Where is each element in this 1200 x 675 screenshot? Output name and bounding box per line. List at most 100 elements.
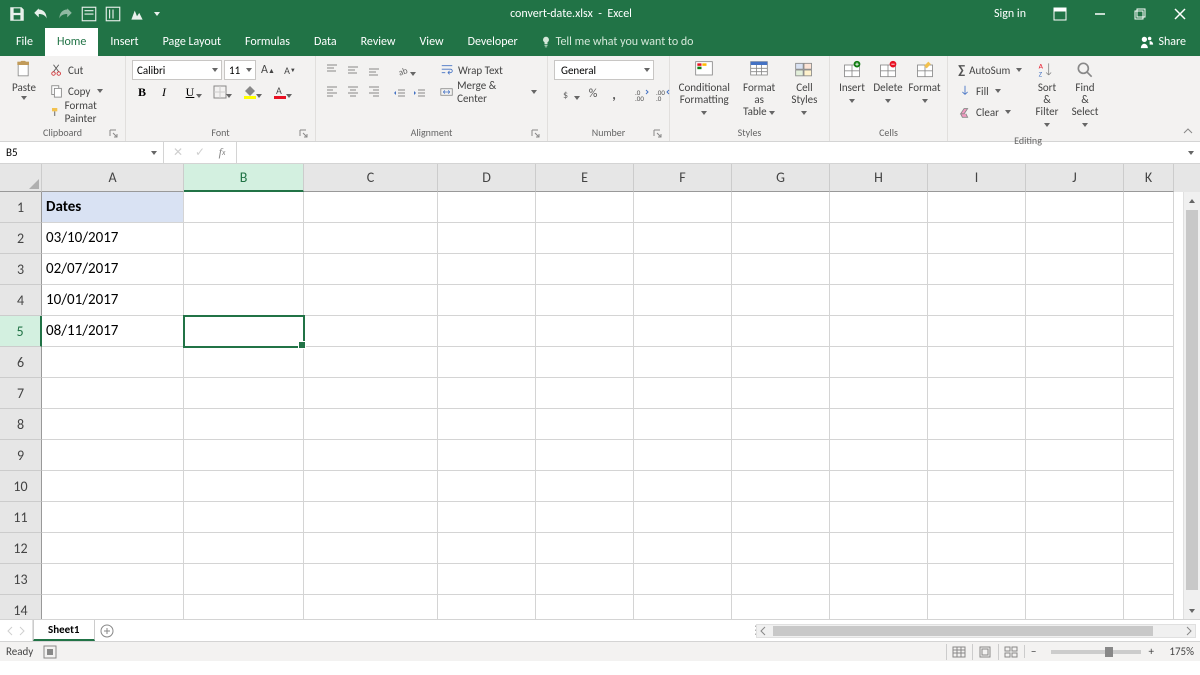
cell-H2[interactable] [830, 223, 928, 254]
cell-H9[interactable] [830, 440, 928, 471]
cell-H11[interactable] [830, 502, 928, 533]
zoom-thumb[interactable] [1105, 647, 1113, 657]
cell-E7[interactable] [536, 378, 634, 409]
cell-styles-button[interactable]: CellStyles [784, 58, 825, 120]
row-header-10[interactable]: 10 [0, 471, 42, 502]
cell-C3[interactable] [304, 254, 438, 285]
cell-H12[interactable] [830, 533, 928, 564]
cell-K8[interactable] [1124, 409, 1174, 440]
tab-formulas[interactable]: Formulas [233, 28, 302, 56]
cell-C2[interactable] [304, 223, 438, 254]
minimize-icon[interactable] [1080, 0, 1120, 28]
cell-A12[interactable] [42, 533, 184, 564]
column-header-F[interactable]: F [634, 164, 732, 192]
cell-H1[interactable] [830, 192, 928, 223]
cell-G1[interactable] [732, 192, 830, 223]
cell-I11[interactable] [928, 502, 1026, 533]
align-bottom-icon[interactable] [364, 60, 384, 80]
row-header-1[interactable]: 1 [0, 192, 42, 223]
cell-G6[interactable] [732, 347, 830, 378]
add-sheet-button[interactable] [95, 620, 119, 641]
scroll-up-icon[interactable] [1184, 192, 1200, 209]
cell-B13[interactable] [184, 564, 304, 595]
cell-D9[interactable] [438, 440, 536, 471]
column-header-H[interactable]: H [830, 164, 928, 192]
column-header-I[interactable]: I [928, 164, 1026, 192]
cell-A6[interactable] [42, 347, 184, 378]
cell-B7[interactable] [184, 378, 304, 409]
cell-H10[interactable] [830, 471, 928, 502]
cell-B14[interactable] [184, 595, 304, 619]
column-header-C[interactable]: C [304, 164, 438, 192]
cell-F8[interactable] [634, 409, 732, 440]
zoom-slider[interactable] [1051, 650, 1141, 654]
row-header-13[interactable]: 13 [0, 564, 42, 595]
cell-J9[interactable] [1026, 440, 1124, 471]
cell-D4[interactable] [438, 285, 536, 316]
cell-D2[interactable] [438, 223, 536, 254]
cell-G11[interactable] [732, 502, 830, 533]
cell-E9[interactable] [536, 440, 634, 471]
cell-I13[interactable] [928, 564, 1026, 595]
zoom-in-button[interactable]: + [1149, 645, 1154, 658]
italic-button[interactable]: I [154, 82, 174, 102]
cell-C7[interactable] [304, 378, 438, 409]
dialog-launcher-icon[interactable] [109, 129, 119, 139]
macro-record-icon[interactable] [43, 645, 57, 659]
row-header-7[interactable]: 7 [0, 378, 42, 409]
find-select-button[interactable]: Find &Select [1066, 58, 1104, 132]
view-normal-icon[interactable] [946, 644, 970, 660]
cell-G7[interactable] [732, 378, 830, 409]
sheet-nav[interactable] [0, 620, 33, 641]
sheet-next-icon[interactable] [18, 626, 26, 636]
select-all-corner[interactable] [0, 164, 42, 192]
cut-button[interactable]: Cut [46, 60, 119, 80]
cell-K10[interactable] [1124, 471, 1174, 502]
cell-A5[interactable]: 08/11/2017 [42, 316, 184, 347]
view-page-layout-icon[interactable] [972, 644, 996, 660]
format-as-table-button[interactable]: Format asTable [734, 58, 783, 120]
cell-D10[interactable] [438, 471, 536, 502]
cell-F4[interactable] [634, 285, 732, 316]
row-header-11[interactable]: 11 [0, 502, 42, 533]
tab-data[interactable]: Data [302, 28, 349, 56]
cell-C11[interactable] [304, 502, 438, 533]
cell-C1[interactable] [304, 192, 438, 223]
dialog-launcher-icon[interactable] [653, 129, 663, 139]
cell-K5[interactable] [1124, 316, 1174, 347]
save-icon[interactable] [8, 5, 26, 23]
cell-K3[interactable] [1124, 254, 1174, 285]
column-header-E[interactable]: E [536, 164, 634, 192]
cell-H5[interactable] [830, 316, 928, 347]
font-name-select[interactable]: Calibri [132, 60, 222, 80]
zoom-out-button[interactable]: − [1024, 645, 1042, 658]
column-header-A[interactable]: A [42, 164, 184, 192]
zoom-level[interactable]: 175% [1156, 645, 1194, 658]
wrap-text-button[interactable]: Wrap Text [436, 60, 541, 80]
delete-cells-button[interactable]: Delete [870, 58, 906, 108]
cell-B10[interactable] [184, 471, 304, 502]
sheet-tab-sheet1[interactable]: Sheet1 [33, 620, 95, 641]
cell-C14[interactable] [304, 595, 438, 619]
cell-J14[interactable] [1026, 595, 1124, 619]
bold-button[interactable]: B [132, 82, 152, 102]
cell-F9[interactable] [634, 440, 732, 471]
cell-K9[interactable] [1124, 440, 1174, 471]
signin-button[interactable]: Sign in [980, 0, 1040, 28]
cell-C12[interactable] [304, 533, 438, 564]
cell-B6[interactable] [184, 347, 304, 378]
fill-button[interactable]: Fill [954, 81, 1026, 101]
cell-K6[interactable] [1124, 347, 1174, 378]
cell-J2[interactable] [1026, 223, 1124, 254]
paste-button[interactable]: Paste [4, 58, 44, 102]
qat-btn-2[interactable] [104, 5, 122, 23]
cell-F6[interactable] [634, 347, 732, 378]
format-painter-button[interactable]: Format Painter [46, 102, 119, 122]
qat-btn-1[interactable] [80, 5, 98, 23]
cell-D6[interactable] [438, 347, 536, 378]
cell-E10[interactable] [536, 471, 634, 502]
insert-function-icon[interactable]: fx [212, 145, 232, 160]
underline-button[interactable]: U [176, 82, 204, 102]
cell-B3[interactable] [184, 254, 304, 285]
cell-D12[interactable] [438, 533, 536, 564]
